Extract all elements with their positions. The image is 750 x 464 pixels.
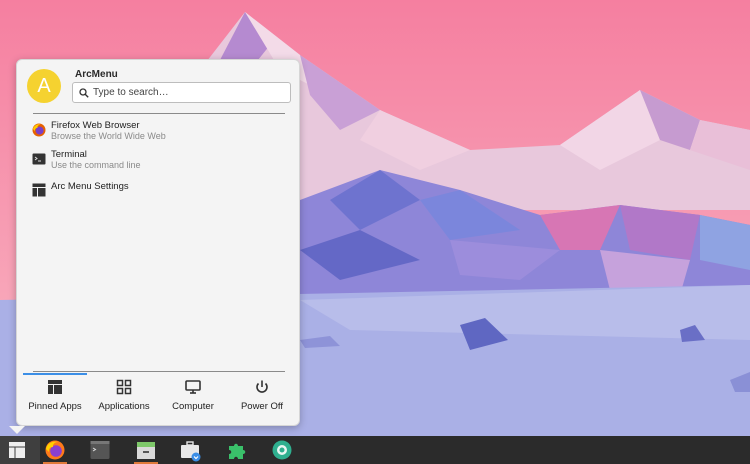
user-avatar[interactable]: A (27, 69, 61, 103)
tab-pinned-apps[interactable]: Pinned Apps (23, 373, 87, 423)
app-name: Arc Menu Settings (51, 181, 129, 192)
camera-shutter-icon (272, 440, 292, 460)
app-description: Use the command line (51, 160, 141, 170)
menu-title: ArcMenu (75, 69, 118, 80)
taskbar-screenshot[interactable] (262, 436, 302, 464)
pinned-app-arc-menu-settings[interactable]: Arc Menu Settings (25, 179, 293, 206)
taskbar-extensions[interactable] (217, 436, 257, 464)
tab-power-off[interactable]: Power Off (230, 373, 294, 423)
tab-label: Computer (172, 401, 214, 412)
tab-label: Power Off (240, 401, 284, 412)
tab-label: Applications (98, 401, 150, 412)
footer-separator (33, 371, 285, 372)
pinned-app-firefox[interactable]: Firefox Web Browser Browse the World Wid… (25, 119, 293, 146)
applications-grid-icon (116, 379, 132, 395)
active-tab-indicator (23, 373, 87, 375)
taskbar-file-manager[interactable] (126, 436, 166, 464)
power-icon (256, 380, 268, 393)
terminal-icon (90, 441, 110, 459)
tab-label: Pinned Apps (28, 401, 82, 412)
app-name: Terminal (51, 149, 87, 160)
briefcase-download-icon (181, 441, 201, 462)
terminal-icon (32, 153, 46, 165)
arc-menu-panel: A ArcMenu Firefox Web Browser Browse the… (16, 59, 300, 426)
taskbar-terminal[interactable] (80, 436, 120, 464)
search-icon (79, 88, 89, 98)
header-separator (33, 113, 285, 114)
taskbar-firefox[interactable] (35, 436, 75, 464)
arc-menu-icon (9, 442, 25, 458)
firefox-icon (32, 123, 46, 137)
app-description: Browse the World Wide Web (51, 131, 166, 141)
firefox-icon (45, 440, 65, 460)
pinned-app-terminal[interactable]: Terminal Use the command line (25, 148, 293, 175)
puzzle-icon (229, 443, 246, 459)
tab-computer[interactable]: Computer (161, 373, 225, 423)
search-box[interactable] (72, 82, 291, 103)
file-cabinet-icon (137, 442, 155, 459)
arc-menu-settings-icon (32, 183, 46, 197)
tab-applications[interactable]: Applications (92, 373, 156, 423)
app-name: Firefox Web Browser (51, 120, 140, 131)
taskbar (0, 436, 750, 464)
taskbar-software-installer[interactable] (170, 436, 210, 464)
computer-monitor-icon (185, 380, 201, 394)
pinned-apps-icon (48, 380, 62, 394)
arc-menu-button[interactable] (0, 436, 40, 464)
menu-pointer-arrow (9, 426, 25, 434)
search-input[interactable] (93, 85, 283, 100)
